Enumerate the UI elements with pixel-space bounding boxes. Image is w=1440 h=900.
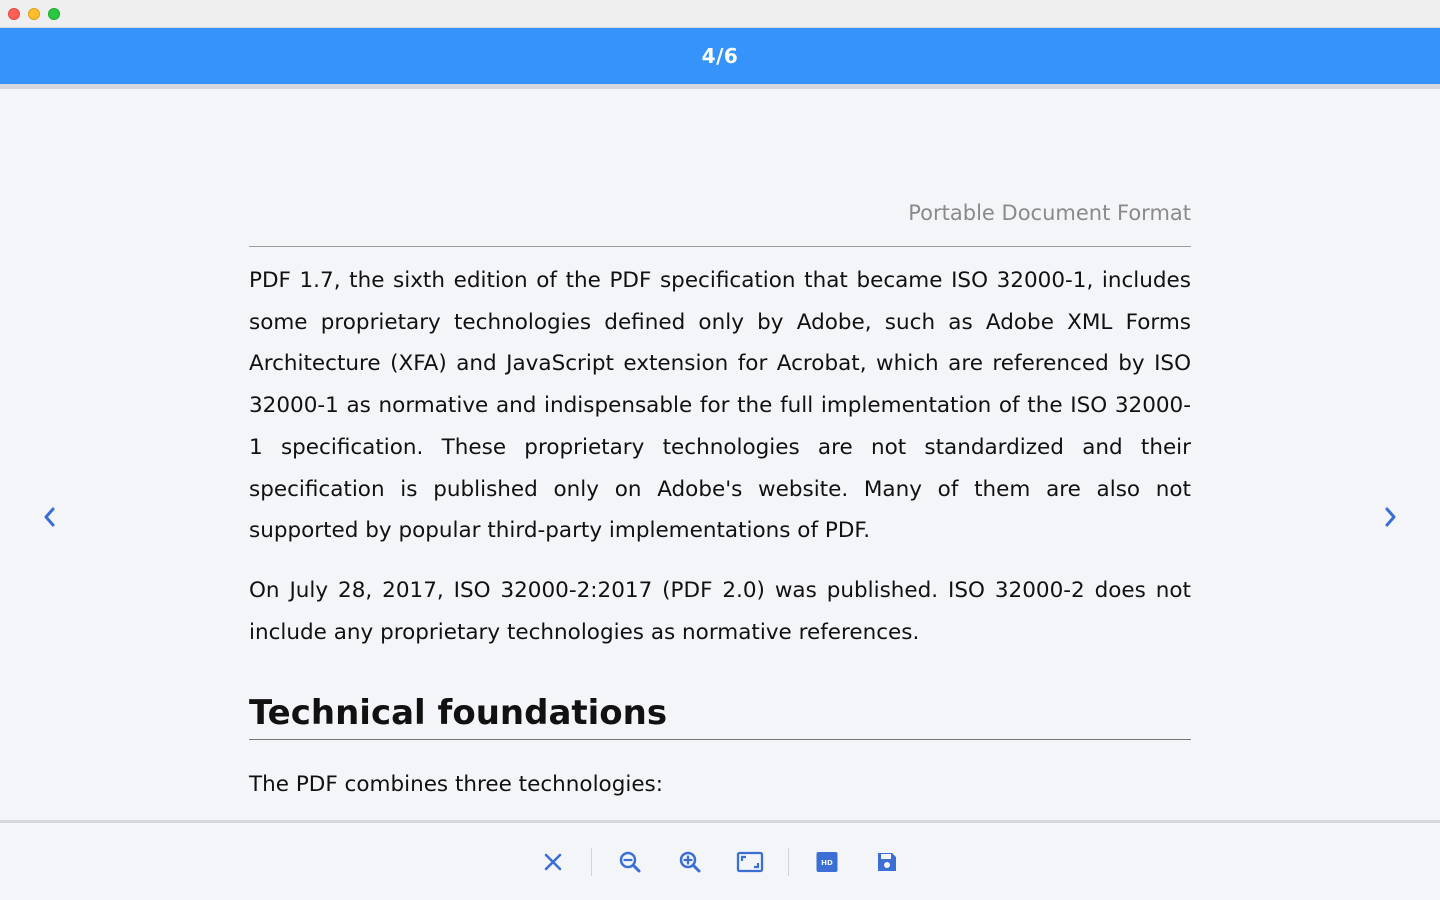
body-paragraph: PDF 1.7, the sixth edition of the PDF sp… xyxy=(249,268,1191,544)
hd-button[interactable]: HD xyxy=(813,848,841,876)
window-minimize-button[interactable] xyxy=(28,8,40,20)
bottom-toolbar: HD xyxy=(0,823,1440,900)
svg-text:HD: HD xyxy=(821,859,833,867)
document-viewer[interactable]: Portable Document Format PDF 1.7, the si… xyxy=(0,89,1440,820)
previous-page-button[interactable] xyxy=(38,505,62,529)
viewer-header: 4/6 xyxy=(0,28,1440,84)
window-zoom-button[interactable] xyxy=(48,8,60,20)
body-paragraph: On July 28, 2017, ISO 32000-2:2017 (PDF … xyxy=(249,578,1191,645)
zoom-out-button[interactable] xyxy=(616,848,644,876)
hd-icon: HD xyxy=(816,852,838,872)
chevron-right-icon xyxy=(1385,507,1396,527)
chevron-left-icon xyxy=(44,507,55,527)
window-close-button[interactable] xyxy=(8,8,20,20)
body-paragraph: The PDF combines three technologies: xyxy=(249,772,663,797)
section-heading-rule xyxy=(249,739,1191,740)
close-button[interactable] xyxy=(539,848,567,876)
zoom-in-icon xyxy=(679,851,701,873)
running-header-rule xyxy=(249,246,1191,247)
fit-page-button[interactable] xyxy=(736,848,764,876)
zoom-out-icon xyxy=(619,851,641,873)
close-icon xyxy=(544,853,562,871)
page-counter: 4/6 xyxy=(701,44,739,68)
toolbar-separator xyxy=(788,848,789,876)
zoom-in-button[interactable] xyxy=(676,848,704,876)
toolbar-separator xyxy=(591,848,592,876)
save-icon xyxy=(878,853,896,871)
next-page-button[interactable] xyxy=(1378,505,1402,529)
window-titlebar xyxy=(0,0,1440,28)
fit-page-icon xyxy=(736,851,764,873)
section-heading: Technical foundations xyxy=(249,693,668,733)
save-button[interactable] xyxy=(873,848,901,876)
running-header: Portable Document Format xyxy=(908,201,1191,225)
